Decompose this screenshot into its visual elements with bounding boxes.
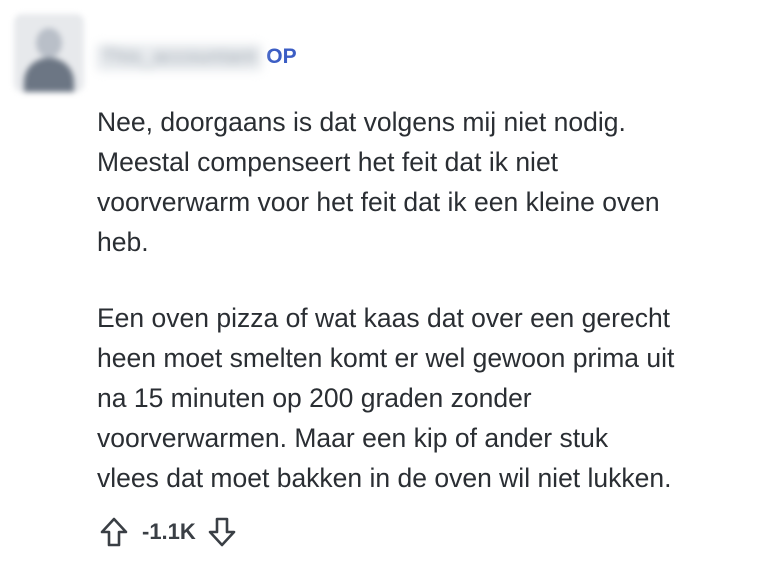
arrow-down-outline-icon [208, 517, 236, 547]
avatar-body-shape [24, 58, 74, 92]
comment-body: Nee, doorgaans is dat volgens mij niet n… [97, 102, 747, 498]
comment-paragraph-2: Een oven pizza of wat kaas dat over een … [97, 303, 675, 493]
avatar-head-shape [36, 28, 62, 58]
comment-header: This_accountant OP [96, 40, 297, 74]
op-badge: OP [266, 45, 297, 68]
vote-score: -1.1K [142, 519, 196, 544]
vote-bar: -1.1K [96, 512, 240, 552]
avatar[interactable] [14, 14, 84, 92]
username[interactable]: This_accountant [96, 43, 263, 71]
comment-paragraph-1: Nee, doorgaans is dat volgens mij niet n… [97, 107, 660, 257]
arrow-up-outline-icon [100, 517, 128, 547]
upvote-button[interactable] [96, 514, 132, 550]
comment: This_accountant OP Nee, doorgaans is dat… [0, 0, 764, 570]
downvote-button[interactable] [204, 514, 240, 550]
